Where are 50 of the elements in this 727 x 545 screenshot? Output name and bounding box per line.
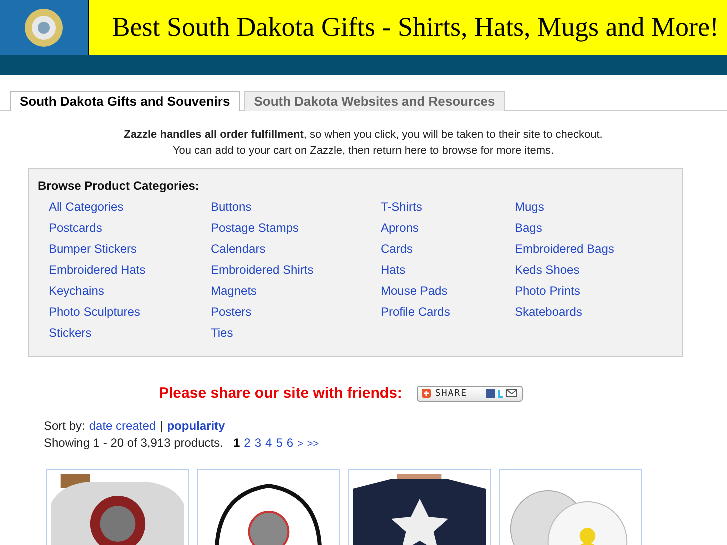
tab[interactable]: South Dakota Gifts and Souvenirs [10, 91, 240, 111]
current-page: 1 [233, 435, 240, 452]
share-button[interactable]: SHARE [417, 386, 523, 402]
sort-link[interactable]: popularity [167, 418, 226, 435]
plus-icon [422, 389, 432, 398]
category-link[interactable]: Posters [211, 302, 252, 323]
page-link[interactable]: 4 [266, 435, 272, 452]
category-link[interactable]: T-Shirts [381, 197, 422, 218]
category-link[interactable]: Postage Stamps [211, 218, 300, 239]
social-icons [486, 389, 518, 398]
seal-icon [24, 8, 64, 48]
category-link[interactable]: Buttons [211, 197, 252, 218]
notice-text: Zazzle handles all order fulfillment, so when you click, you will be taken to their site to checkout. [123, 128, 604, 143]
page-link[interactable]: 3 [254, 435, 262, 452]
category-link[interactable]: Skateboards [515, 302, 582, 323]
category-link[interactable]: Mugs [515, 197, 544, 218]
category-link[interactable]: Photo Sculptures [49, 302, 140, 323]
category-link[interactable]: Embroidered Shirts [211, 260, 314, 281]
results-summary: Showing 1 - 20 of 3,913 products. [44, 435, 224, 452]
category-link[interactable]: Magnets [211, 281, 258, 302]
page-link[interactable]: 2 [244, 435, 251, 452]
last-page-link[interactable]: >> [307, 436, 320, 453]
next-page-link[interactable]: > [298, 436, 304, 453]
category-link[interactable]: Postcards [49, 218, 102, 239]
category-link[interactable]: Cards [381, 239, 414, 260]
separator-text: | [160, 418, 164, 435]
category-link[interactable]: All Categories [49, 197, 124, 218]
categories-heading: Browse Product Categories: [38, 179, 200, 193]
category-link[interactable]: Embroidered Bags [515, 239, 614, 260]
category-link[interactable]: Ties [211, 323, 234, 344]
notice-text: You can add to your cart on Zazzle, then return here to browse for more items. [172, 144, 556, 159]
category-link[interactable]: Bags [515, 218, 542, 239]
category-link[interactable]: Profile Cards [381, 302, 450, 323]
category-link[interactable]: Calendars [211, 239, 266, 260]
category-link[interactable]: Mouse Pads [381, 281, 448, 302]
site-title: Best South Dakota Gifts - Shirts, Hats, Mugs and More! [112, 12, 719, 43]
page-link[interactable]: 6 [286, 435, 294, 452]
category-link[interactable]: Keychains [49, 281, 104, 302]
sort-link[interactable]: date created [89, 418, 156, 435]
category-link[interactable]: Stickers [49, 323, 92, 344]
tab[interactable]: South Dakota Websites and Resources [244, 91, 506, 111]
page-link[interactable]: 5 [276, 435, 283, 452]
category-link[interactable]: Embroidered Hats [49, 260, 146, 281]
share-prompt: Please share our site with friends: [159, 385, 402, 402]
category-link[interactable]: Aprons [381, 218, 420, 239]
category-link[interactable]: Bumper Stickers [49, 239, 138, 260]
sort-label: Sort by: [44, 418, 86, 435]
category-link[interactable]: Hats [381, 260, 406, 281]
category-link[interactable]: Photo Prints [515, 281, 580, 302]
category-link[interactable]: Keds Shoes [515, 260, 580, 281]
